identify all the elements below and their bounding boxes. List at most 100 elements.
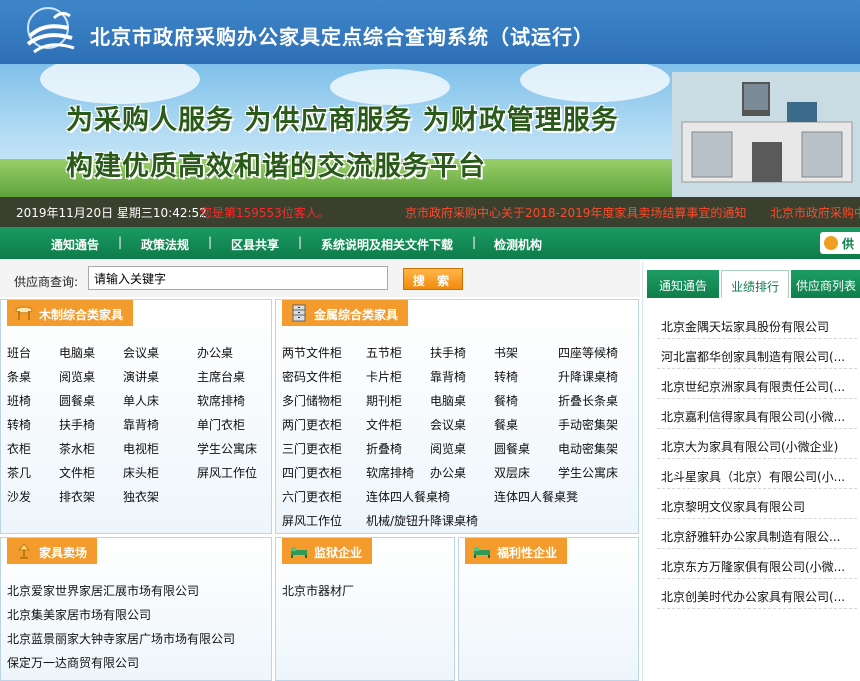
nav-item-testing-agencies[interactable]: 检测机构 bbox=[494, 236, 542, 253]
supplier-ranking-item[interactable]: 北京黎明文仪家具有限公司 bbox=[661, 498, 857, 515]
furniture-category-link[interactable]: 四门更衣柜 bbox=[282, 464, 342, 481]
furniture-category-link[interactable]: 餐椅 bbox=[494, 392, 518, 409]
welfare-enterprise-panel: 福利性企业 bbox=[458, 537, 639, 681]
furniture-category-link[interactable]: 条桌 bbox=[7, 368, 31, 385]
panel-header: 监狱企业 bbox=[282, 538, 373, 564]
search-input[interactable] bbox=[88, 266, 388, 290]
furniture-category-link[interactable]: 学生公寓床 bbox=[197, 440, 257, 457]
supplier-ranking-item[interactable]: 北京舒雅轩办公家具制造有限公... bbox=[661, 528, 857, 545]
tab-notices[interactable]: 通知通告 bbox=[647, 270, 719, 298]
panel-header: 福利性企业 bbox=[465, 538, 568, 564]
prison-enterprise-panel: 监狱企业 北京市器材厂 bbox=[275, 537, 455, 681]
furniture-category-link[interactable]: 转椅 bbox=[7, 416, 31, 433]
furniture-category-link[interactable]: 单门衣柜 bbox=[197, 416, 245, 433]
furniture-category-link[interactable]: 屏风工作位 bbox=[282, 512, 342, 529]
furniture-category-link[interactable]: 五节柜 bbox=[366, 344, 402, 361]
furniture-category-link[interactable]: 机械/旋钮升降课桌椅 bbox=[366, 512, 478, 529]
furniture-category-link[interactable]: 排衣架 bbox=[59, 488, 95, 505]
furniture-category-link[interactable]: 两门更衣柜 bbox=[282, 416, 342, 433]
furniture-category-link[interactable]: 屏风工作位 bbox=[197, 464, 257, 481]
furniture-category-link[interactable]: 多门储物柜 bbox=[282, 392, 342, 409]
furniture-category-link[interactable]: 靠背椅 bbox=[123, 416, 159, 433]
furniture-category-link[interactable]: 圆餐桌 bbox=[494, 440, 530, 457]
furniture-category-link[interactable]: 书架 bbox=[494, 344, 518, 361]
furniture-category-link[interactable]: 餐桌 bbox=[494, 416, 518, 433]
supplier-ranking-item[interactable]: 北京创美时代办公家具有限公司(... bbox=[661, 588, 857, 605]
tab-supplier-list[interactable]: 供应商列表 bbox=[791, 270, 860, 298]
furniture-category-link[interactable]: 学生公寓床 bbox=[558, 464, 618, 481]
supply-button[interactable]: 供 bbox=[820, 232, 860, 254]
furniture-category-link[interactable]: 扶手椅 bbox=[59, 416, 95, 433]
cabinet-icon bbox=[292, 304, 306, 322]
datetime-text: 2019年11月20日 星期三10:42:52 bbox=[16, 206, 207, 220]
furniture-category-link[interactable]: 文件柜 bbox=[59, 464, 95, 481]
furniture-category-link[interactable]: 演讲桌 bbox=[123, 368, 159, 385]
furniture-category-link[interactable]: 升降课桌椅 bbox=[558, 368, 618, 385]
enterprise-link[interactable]: 北京市器材厂 bbox=[282, 582, 354, 599]
furniture-category-link[interactable]: 软席排椅 bbox=[366, 464, 414, 481]
furniture-category-link[interactable]: 办公桌 bbox=[197, 344, 233, 361]
list-divider bbox=[657, 518, 857, 519]
tab-performance-ranking[interactable]: 业绩排行 bbox=[721, 270, 789, 298]
panel-title: 家具卖场 bbox=[39, 546, 88, 560]
furniture-category-link[interactable]: 单人床 bbox=[123, 392, 159, 409]
nav-item-notices[interactable]: 通知通告 bbox=[51, 236, 99, 253]
furniture-category-link[interactable]: 衣柜 bbox=[7, 440, 31, 457]
furniture-category-link[interactable]: 会议桌 bbox=[430, 416, 466, 433]
furniture-category-link[interactable]: 阅览桌 bbox=[430, 440, 466, 457]
market-link[interactable]: 北京集美家居市场有限公司 bbox=[7, 606, 151, 623]
furniture-category-link[interactable]: 会议桌 bbox=[123, 344, 159, 361]
furniture-category-link[interactable]: 办公桌 bbox=[430, 464, 466, 481]
furniture-category-link[interactable]: 班椅 bbox=[7, 392, 31, 409]
supplier-ranking-item[interactable]: 北京嘉利信得家具有限公司(小微... bbox=[661, 408, 857, 425]
nav-item-downloads[interactable]: 系统说明及相关文件下载 bbox=[321, 236, 453, 253]
furniture-category-link[interactable]: 茶几 bbox=[7, 464, 31, 481]
supplier-ranking-item[interactable]: 北京金隅天坛家具股份有限公司 bbox=[661, 318, 857, 335]
supplier-ranking-item[interactable]: 河北富都华创家具制造有限公司(... bbox=[661, 348, 857, 365]
furniture-category-link[interactable]: 靠背椅 bbox=[430, 368, 466, 385]
nav-item-policies[interactable]: 政策法规 bbox=[141, 236, 189, 253]
furniture-category-link[interactable]: 期刊柜 bbox=[366, 392, 402, 409]
market-link[interactable]: 北京蓝景丽家大钟寺家居广场市场有限公司 bbox=[7, 630, 235, 647]
supplier-ranking-item[interactable]: 北京东方万隆家俱有限公司(小微... bbox=[661, 558, 857, 575]
furniture-category-link[interactable]: 折叠长条桌 bbox=[558, 392, 618, 409]
furniture-category-link[interactable]: 手动密集架 bbox=[558, 416, 618, 433]
furniture-category-link[interactable]: 转椅 bbox=[494, 368, 518, 385]
furniture-category-link[interactable]: 电脑桌 bbox=[59, 344, 95, 361]
market-link[interactable]: 保定万一达商贸有限公司 bbox=[7, 654, 139, 671]
furniture-category-link[interactable]: 密码文件柜 bbox=[282, 368, 342, 385]
furniture-category-link[interactable]: 床头柜 bbox=[123, 464, 159, 481]
furniture-category-link[interactable]: 班台 bbox=[7, 344, 31, 361]
furniture-category-link[interactable]: 连体四人餐桌椅 bbox=[366, 488, 450, 505]
furniture-category-link[interactable]: 折叠椅 bbox=[366, 440, 402, 457]
supplier-ranking-item[interactable]: 北京大为家具有限公司(小微企业) bbox=[661, 438, 857, 455]
nav-item-district-share[interactable]: 区县共享 bbox=[231, 236, 279, 253]
furniture-category-link[interactable]: 电视柜 bbox=[123, 440, 159, 457]
furniture-category-link[interactable]: 圆餐桌 bbox=[59, 392, 95, 409]
furniture-category-link[interactable]: 双层床 bbox=[494, 464, 530, 481]
furniture-category-link[interactable]: 阅览桌 bbox=[59, 368, 95, 385]
furniture-category-link[interactable]: 四座等候椅 bbox=[558, 344, 618, 361]
furniture-category-link[interactable]: 沙发 bbox=[7, 488, 31, 505]
furniture-category-link[interactable]: 电脑桌 bbox=[430, 392, 466, 409]
list-divider bbox=[657, 398, 857, 399]
furniture-category-link[interactable]: 茶水柜 bbox=[59, 440, 95, 457]
furniture-category-link[interactable]: 卡片柜 bbox=[366, 368, 402, 385]
furniture-category-link[interactable]: 软席排椅 bbox=[197, 392, 245, 409]
furniture-category-link[interactable]: 三门更衣柜 bbox=[282, 440, 342, 457]
nav-separator: | bbox=[118, 235, 123, 249]
furniture-category-link[interactable]: 两节文件柜 bbox=[282, 344, 342, 361]
furniture-category-link[interactable]: 电动密集架 bbox=[558, 440, 618, 457]
furniture-category-link[interactable]: 文件柜 bbox=[366, 416, 402, 433]
supplier-ranking-item[interactable]: 北京世纪京洲家具有限责任公司(... bbox=[661, 378, 857, 395]
furniture-category-link[interactable]: 独衣架 bbox=[123, 488, 159, 505]
furniture-category-link[interactable]: 六门更衣柜 bbox=[282, 488, 342, 505]
furniture-category-link[interactable]: 连体四人餐桌凳 bbox=[494, 488, 578, 505]
news-ticker-item[interactable]: 北京市政府采购中 bbox=[770, 204, 860, 221]
furniture-category-link[interactable]: 扶手椅 bbox=[430, 344, 466, 361]
supplier-ranking-item[interactable]: 北斗星家具（北京）有限公司(小... bbox=[661, 468, 857, 485]
news-ticker-item[interactable]: 京市政府采购中心关于2018-2019年度家具卖场结算事宜的通知 bbox=[405, 204, 746, 221]
market-link[interactable]: 北京爱家世界家居汇展市场有限公司 bbox=[7, 582, 199, 599]
search-button[interactable]: 搜 索 bbox=[403, 268, 463, 290]
furniture-category-link[interactable]: 主席台桌 bbox=[197, 368, 245, 385]
